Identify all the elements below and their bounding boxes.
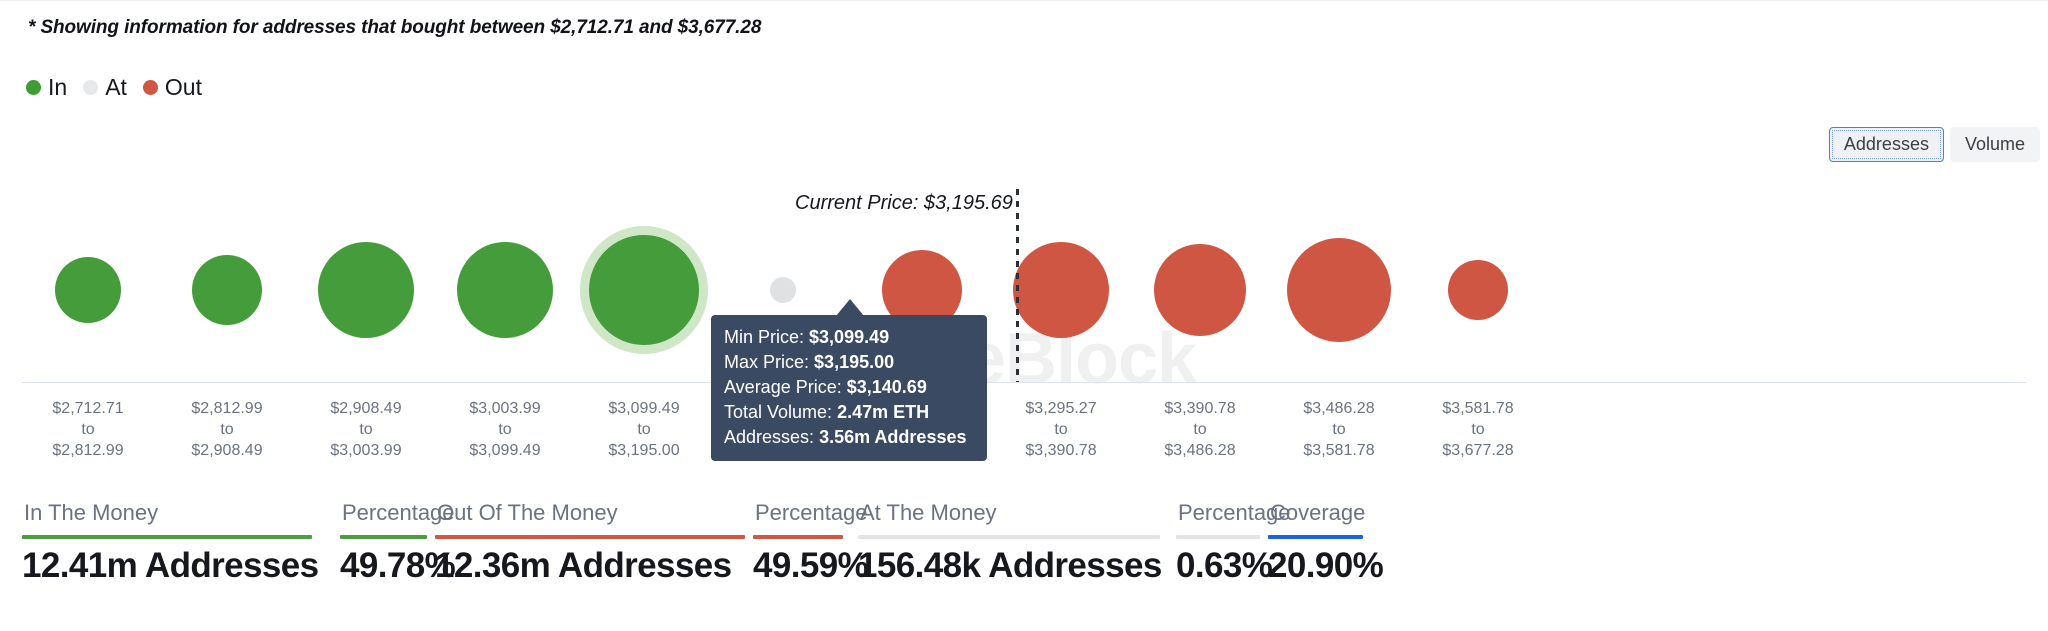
bubble-10-out[interactable] bbox=[1287, 238, 1391, 342]
tooltip-row-2: Max Price: $3,195.00 bbox=[724, 350, 974, 375]
stat-at-the-money-percentage: Percentage 0.63% bbox=[1176, 500, 1268, 586]
stat-value: 49.59% bbox=[753, 546, 858, 586]
tooltip-row-value: $3,195.00 bbox=[814, 352, 894, 372]
bubble-3-in[interactable] bbox=[318, 242, 414, 338]
tooltip-arrow-icon bbox=[836, 299, 864, 316]
tooltip-row-value: $3,140.69 bbox=[847, 377, 927, 397]
stat-label: In The Money bbox=[22, 500, 340, 526]
stat-value: 0.63% bbox=[1176, 546, 1268, 586]
x-tick-label-11: $3,581.78to$3,677.28 bbox=[1388, 398, 1568, 461]
x-axis-line bbox=[22, 382, 2026, 383]
stat-value: 12.41m Addresses bbox=[22, 546, 340, 586]
current-price-label: Current Price: $3,195.69 bbox=[795, 192, 1013, 215]
tooltip-row-label: Min Price: bbox=[724, 327, 804, 347]
legend-item-at[interactable]: At bbox=[83, 74, 127, 101]
bubble-5-in[interactable] bbox=[589, 235, 699, 345]
stat-label: At The Money bbox=[858, 500, 1176, 526]
stat-label: Percentage bbox=[753, 500, 858, 526]
stat-underline bbox=[22, 535, 312, 539]
stat-in-the-money: In The Money 12.41m Addresses bbox=[22, 500, 340, 586]
x-tick-low: $3,581.78 bbox=[1388, 398, 1568, 419]
tooltip-row-3: Average Price: $3,140.69 bbox=[724, 375, 974, 400]
bubble-highlight-halo bbox=[580, 226, 708, 354]
current-price-line bbox=[1016, 189, 1019, 382]
stat-label: Coverage bbox=[1268, 500, 1368, 526]
bubble-4-in[interactable] bbox=[457, 242, 553, 338]
stat-value: 156.48k Addresses bbox=[858, 546, 1176, 586]
stat-at-the-money: At The Money 156.48k Addresses bbox=[858, 500, 1176, 586]
tooltip-row-value: 3.56m Addresses bbox=[819, 427, 966, 447]
legend-item-out[interactable]: Out bbox=[143, 74, 202, 101]
stat-coverage: Coverage 20.90% bbox=[1268, 500, 1368, 586]
toggle-addresses-button[interactable]: Addresses bbox=[1829, 127, 1944, 162]
bubble-9-out[interactable] bbox=[1154, 244, 1246, 336]
toggle-volume-button[interactable]: Volume bbox=[1950, 127, 2040, 162]
tooltip-row-value: 2.47m ETH bbox=[837, 402, 929, 422]
stat-label: Out Of The Money bbox=[435, 500, 753, 526]
stat-underline bbox=[340, 535, 427, 539]
tooltip-row-label: Addresses: bbox=[724, 427, 814, 447]
bubble-tooltip: Min Price: $3,099.49Max Price: $3,195.00… bbox=[711, 315, 987, 461]
x-tick-sep: to bbox=[1388, 419, 1568, 440]
legend-item-in[interactable]: In bbox=[26, 74, 67, 101]
stat-value: 20.90% bbox=[1268, 546, 1368, 586]
tooltip-row-5: Addresses: 3.56m Addresses bbox=[724, 425, 974, 450]
metric-toggle-group[interactable]: AddressesVolume bbox=[1829, 127, 2040, 162]
circle-icon bbox=[143, 80, 158, 95]
stat-value: 12.36m Addresses bbox=[435, 546, 753, 586]
tooltip-row-label: Total Volume: bbox=[724, 402, 832, 422]
stat-underline bbox=[1176, 535, 1260, 539]
bubble-11-out[interactable] bbox=[1448, 260, 1508, 320]
x-tick-high: $3,677.28 bbox=[1388, 440, 1568, 461]
stat-underline bbox=[858, 535, 1160, 539]
legend-item-label: Out bbox=[165, 74, 202, 101]
stat-label: Percentage bbox=[340, 500, 435, 526]
stat-value: 49.78% bbox=[340, 546, 435, 586]
summary-stats-row: In The Money12.41m AddressesPercentage49… bbox=[22, 500, 1368, 586]
bubble-1-in[interactable] bbox=[55, 257, 121, 323]
footnote-text: * Showing information for addresses that… bbox=[28, 17, 761, 39]
chart-legend: In At Out bbox=[26, 74, 218, 101]
stat-underline bbox=[1268, 535, 1363, 539]
bubble-6-at[interactable] bbox=[770, 277, 796, 303]
stat-in-the-money-percentage: Percentage 49.78% bbox=[340, 500, 435, 586]
circle-icon bbox=[26, 80, 41, 95]
bubble-8-out[interactable] bbox=[1013, 242, 1109, 338]
tooltip-row-4: Total Volume: 2.47m ETH bbox=[724, 400, 974, 425]
bubble-2-in[interactable] bbox=[192, 255, 262, 325]
stat-out-of-the-money-percentage: Percentage 49.59% bbox=[753, 500, 858, 586]
legend-item-label: At bbox=[105, 74, 127, 101]
tooltip-row-1: Min Price: $3,099.49 bbox=[724, 325, 974, 350]
circle-icon bbox=[83, 80, 98, 95]
tooltip-row-label: Average Price: bbox=[724, 377, 842, 397]
stat-underline bbox=[435, 535, 745, 539]
tooltip-row-value: $3,099.49 bbox=[809, 327, 889, 347]
stat-out-of-the-money: Out Of The Money 12.36m Addresses bbox=[435, 500, 753, 586]
top-divider bbox=[0, 0, 2048, 1]
tooltip-row-label: Max Price: bbox=[724, 352, 809, 372]
stat-label: Percentage bbox=[1176, 500, 1268, 526]
legend-item-label: In bbox=[48, 74, 67, 101]
stat-underline bbox=[753, 535, 843, 539]
